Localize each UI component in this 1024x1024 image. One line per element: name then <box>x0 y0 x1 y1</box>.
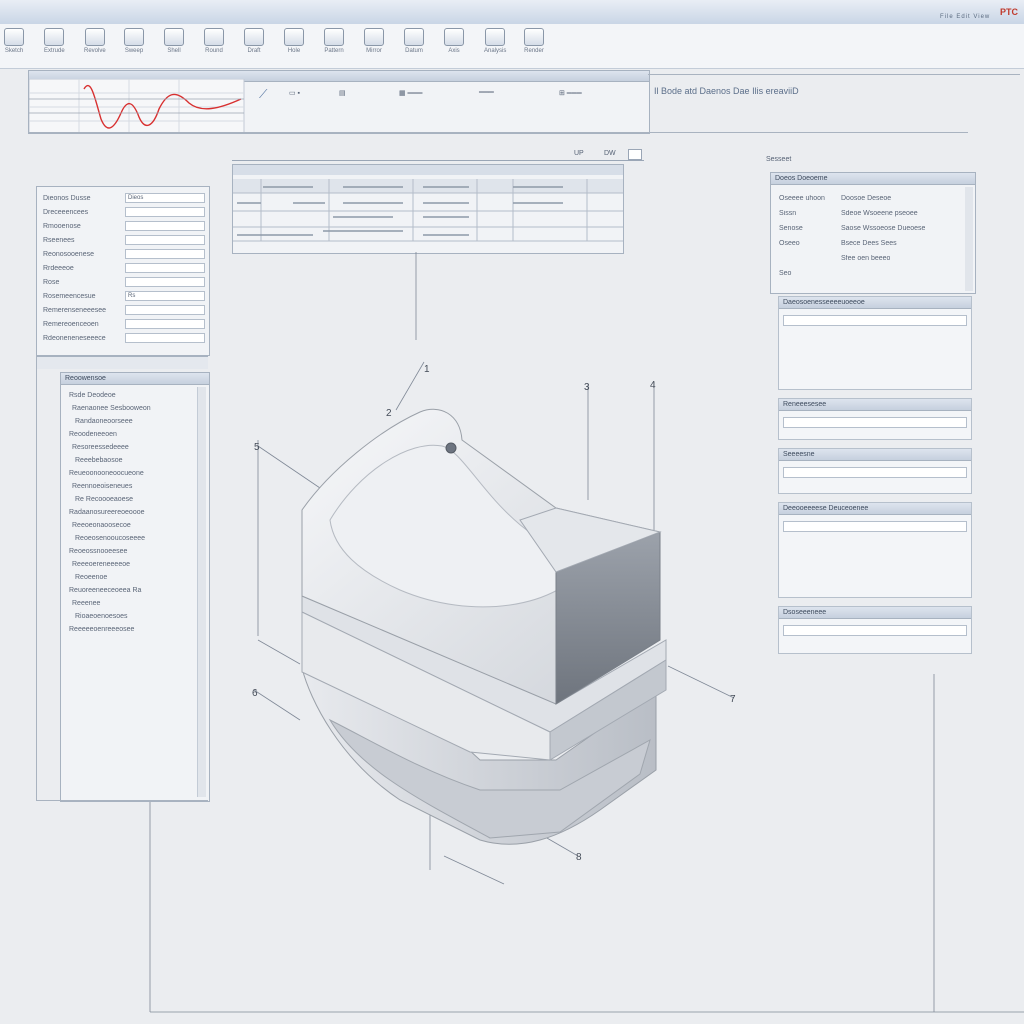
callout-8: 8 <box>576 852 582 863</box>
callout-5: 5 <box>254 442 260 453</box>
callout-1: 1 <box>424 364 430 375</box>
cad-viewport[interactable]: 1 2 3 4 5 6 7 8 <box>0 0 1024 1024</box>
callout-3: 3 <box>584 382 590 393</box>
part-hole <box>445 442 457 454</box>
callout-6: 6 <box>252 688 258 699</box>
callout-2: 2 <box>386 408 392 419</box>
cad-part[interactable] <box>301 408 667 845</box>
callout-4: 4 <box>650 380 656 391</box>
callout-7: 7 <box>730 694 736 705</box>
